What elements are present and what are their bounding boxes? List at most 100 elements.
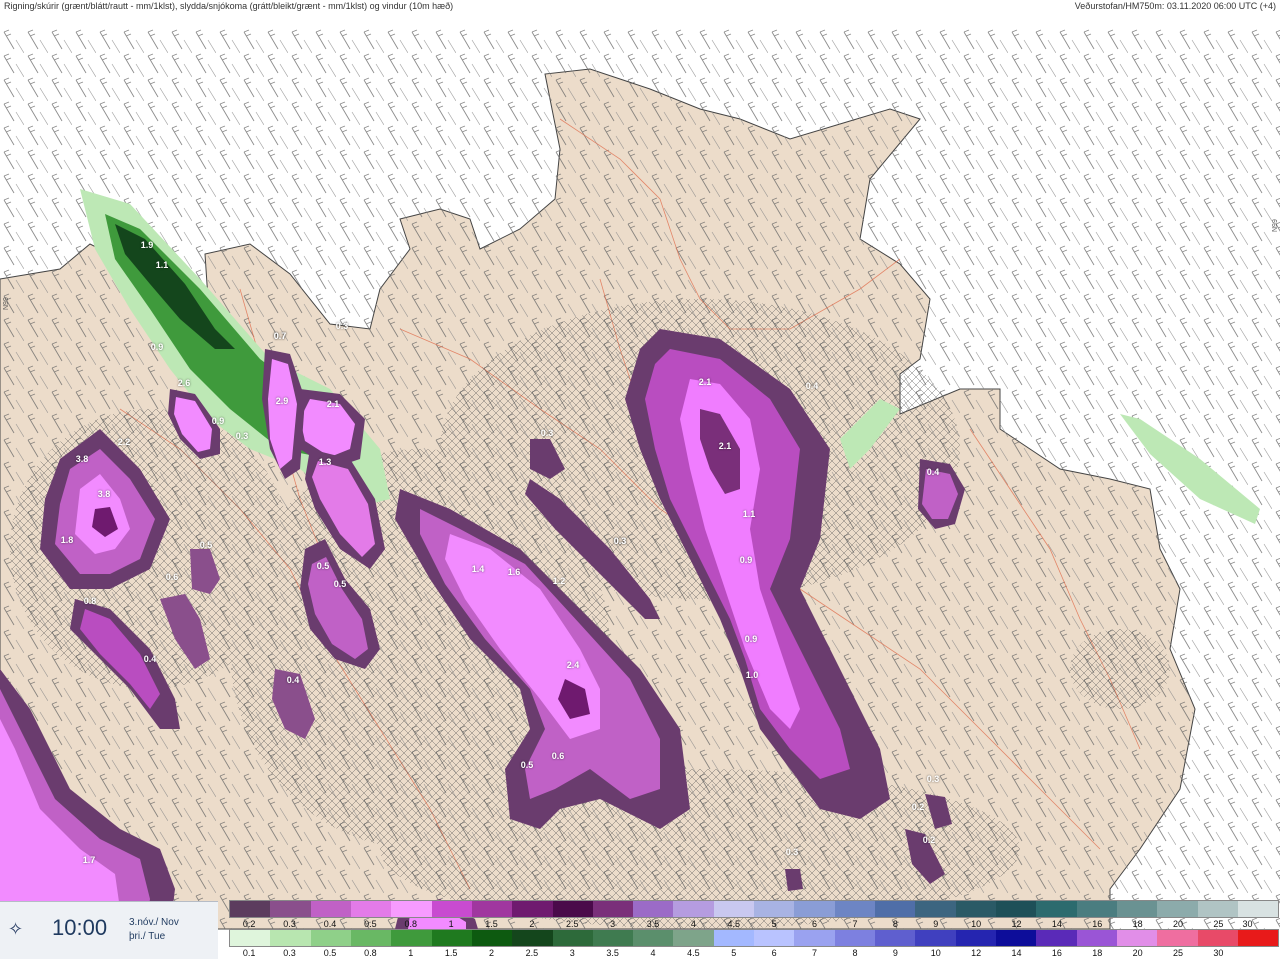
legend-tick-label: 6 [812,919,818,929]
legend-swatch [673,930,714,946]
legend-tick-label: 2.5 [525,948,539,958]
value-label: 3.8 [97,489,111,499]
legend-swatch [1157,930,1198,946]
value-label: 1.2 [552,576,566,586]
legend-swatch [834,930,875,946]
legend-swatch [471,930,513,946]
legend-tick-label: 12 [971,948,982,958]
legend-swatch [915,930,956,946]
legend-tick-label: 0.1 [242,948,256,958]
legend-swatch [471,901,513,917]
legend-swatch [310,930,351,946]
legend-tick-label: 7 [812,948,818,958]
legend-tick-label: 0.5 [323,948,337,958]
legend-swatch [592,901,634,917]
legend-swatch [1197,901,1238,917]
legend-tick-label: 20 [1173,919,1184,929]
legend-swatch [230,901,271,917]
value-label: 0.3 [335,321,349,331]
legend-tick-label: 5 [731,948,737,958]
legend-tick-label: 16 [1051,948,1062,958]
legend-tick-label: 10 [930,948,941,958]
legend-tick-label: 12 [1011,919,1022,929]
legend-tick-label: 10 [971,919,982,929]
value-label: 0.5 [199,540,213,550]
legend-tick-label: 14 [1051,919,1062,929]
legend-swatch [1036,901,1077,917]
value-label: 0.3 [926,774,940,784]
legend-swatch [350,930,392,946]
legend-swatch [1157,901,1198,917]
legend-tick-label: 1.5 [444,948,458,958]
legend-swatch [915,901,956,917]
value-label: 0.5 [520,760,534,770]
legend-tick-label: 4 [690,919,696,929]
value-label: 0.5 [333,579,347,589]
legend-swatch [995,901,1037,917]
legend-swatch [633,901,674,917]
legend-swatch [995,930,1037,946]
legend-tick-label: 8 [892,919,898,929]
legend-swatch [552,930,593,946]
legend-swatch [1036,930,1077,946]
value-label: 1.6 [507,567,521,577]
value-label: 2.2 [117,437,131,447]
value-label: 0.3 [235,431,249,441]
value-label: 1.1 [155,260,169,270]
value-label: 0.3 [785,847,799,857]
legend-swatch [230,930,271,946]
legend-tick-label: 0.2 [242,919,256,929]
legend-tick-label: 2 [488,948,495,958]
legend-tick-label: 3.5 [606,948,619,958]
value-label: 2.1 [718,441,732,451]
value-label: 1.4 [471,564,485,574]
value-label: 0.7 [273,331,287,341]
value-label: 1.8 [60,535,74,545]
legend-tick-label: 4 [650,948,656,958]
legend-tick-label: 30 [1242,919,1253,929]
value-label: 0.5 [316,561,330,571]
legend-tick-label: 20 [1132,948,1143,958]
value-label: 1.1 [742,509,756,519]
legend-swatch [391,901,432,917]
legend-tick-label: 16 [1092,919,1103,929]
legend-swatch [1197,930,1238,946]
legend-swatch [875,930,916,946]
legend-tick-label: 4.5 [727,919,741,929]
forecast-date: 3.nóv./ Nov [129,917,179,928]
legend-tick-label: 18 [1132,919,1143,929]
vedur-logo-icon: ✧ [8,919,24,939]
legend-swatch [794,930,835,946]
legend-swatch [1237,901,1279,917]
legend-swatch [431,901,472,917]
legend-swatch [431,930,472,946]
legend-swatch [955,901,996,917]
legend-swatch [794,901,835,917]
legend-swatch [592,930,634,946]
legend-swatch [1237,930,1279,946]
grid-label-left: N99 [3,297,10,310]
legend-tick-label: 0.3 [283,948,296,958]
value-label: 0.9 [150,342,164,352]
forecast-time: 10:00 [52,915,108,940]
legend-swatch [552,901,593,917]
value-label: 1.3 [318,457,332,467]
value-label: 0.9 [744,634,758,644]
value-label: 0.9 [211,416,225,426]
rain-legend: 0.1 0.3 0.5 0.8 1 1.5 2 2.5 3 3.5 4 4.5 5 6 7 8 9 10 12 14 1… [229,929,1279,959]
forecast-weekday: þri./ Tue [129,931,166,942]
legend-tick-label: 4.5 [687,948,700,958]
forecast-time-panel: ✧ 10:00 3.nóv./ Nov þri./ Tue [0,901,218,959]
legend-swatch [633,930,674,946]
map-title: Rigning/skúrir (grænt/blátt/rautt - mm/1… [4,1,454,11]
weather-map [0,29,1280,930]
legend-swatch [673,901,714,917]
legend-tick-label: 0.3 [283,919,296,929]
legend-tick-label: 0.8 [364,948,377,958]
value-label: 1.7 [82,855,96,865]
value-label: 0.9 [739,555,753,565]
legend-swatch [350,901,392,917]
grid-label-right: N99 [1272,219,1279,232]
legend-tick-label: 7 [852,919,858,929]
legend-tick-label: 30 [1213,948,1224,958]
